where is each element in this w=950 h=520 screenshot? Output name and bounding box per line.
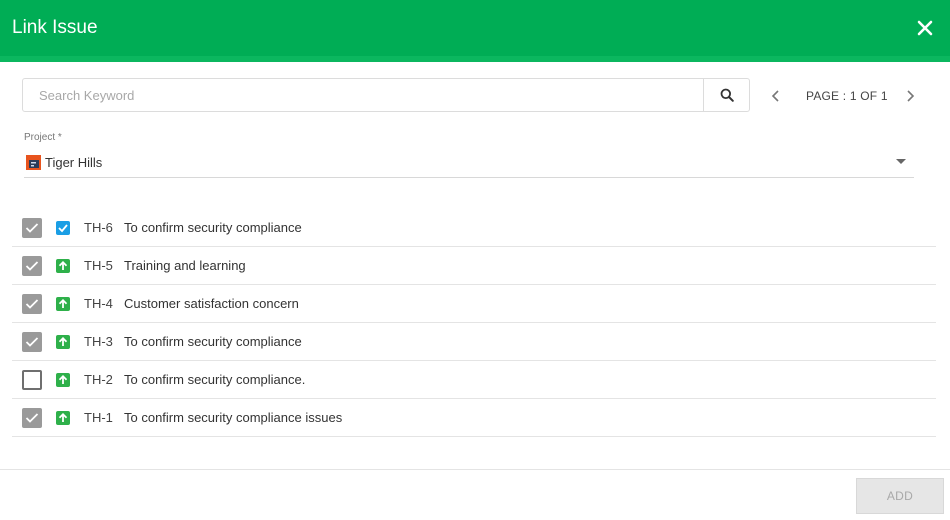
caret-down-icon xyxy=(896,159,906,164)
add-button[interactable]: ADD xyxy=(856,478,944,514)
arrow-up-icon xyxy=(56,373,70,387)
project-select[interactable]: Tiger Hills xyxy=(24,150,914,178)
chevron-right-icon[interactable] xyxy=(904,89,916,108)
list-item[interactable]: TH-5 Training and learning xyxy=(12,247,936,285)
search-input[interactable] xyxy=(23,79,679,111)
issue-key: TH-4 xyxy=(84,296,113,311)
row-checkbox[interactable] xyxy=(22,218,42,238)
issue-key: TH-3 xyxy=(84,334,113,349)
arrow-up-icon xyxy=(56,335,70,349)
arrow-up-icon xyxy=(56,259,70,273)
issue-summary: Training and learning xyxy=(124,258,246,273)
issue-summary: Customer satisfaction concern xyxy=(124,296,299,311)
row-checkbox[interactable] xyxy=(22,370,42,390)
issue-key: TH-5 xyxy=(84,258,113,273)
row-checkbox[interactable] xyxy=(22,332,42,352)
list-item[interactable]: TH-6 To confirm security compliance xyxy=(12,209,936,247)
dialog-title: Link Issue xyxy=(12,17,98,38)
arrow-up-icon xyxy=(56,297,70,311)
issue-summary: To confirm security compliance issues xyxy=(124,410,343,425)
issue-key: TH-2 xyxy=(84,372,113,387)
issue-summary: To confirm security compliance. xyxy=(124,372,306,387)
issue-key: TH-1 xyxy=(84,410,113,425)
issue-list: TH-6 To confirm security compliance TH-5… xyxy=(12,209,936,437)
issue-key: TH-6 xyxy=(84,220,113,235)
list-item[interactable]: TH-2 To confirm security compliance. xyxy=(12,361,936,399)
arrow-up-icon xyxy=(56,411,70,425)
page-indicator: PAGE : 1 OF 1 xyxy=(806,89,888,103)
close-icon[interactable] xyxy=(916,19,934,37)
search-field xyxy=(22,78,704,112)
project-selected-value: Tiger Hills xyxy=(45,155,103,170)
issue-summary: To confirm security compliance xyxy=(124,220,302,235)
project-label: Project * xyxy=(24,132,62,143)
list-item[interactable]: TH-3 To confirm security compliance xyxy=(12,323,936,361)
search-button[interactable] xyxy=(703,78,750,112)
checkbox-task-icon xyxy=(56,221,70,235)
chevron-left-icon[interactable] xyxy=(770,89,782,108)
row-checkbox[interactable] xyxy=(22,256,42,276)
dialog-header: Link Issue xyxy=(0,0,950,62)
search-icon xyxy=(720,88,734,102)
list-item[interactable]: TH-4 Customer satisfaction concern xyxy=(12,285,936,323)
list-item[interactable]: TH-1 To confirm security compliance issu… xyxy=(12,399,936,437)
row-checkbox[interactable] xyxy=(22,294,42,314)
project-avatar-icon xyxy=(26,155,41,170)
row-checkbox[interactable] xyxy=(22,408,42,428)
footer-divider xyxy=(0,469,950,470)
issue-summary: To confirm security compliance xyxy=(124,334,302,349)
